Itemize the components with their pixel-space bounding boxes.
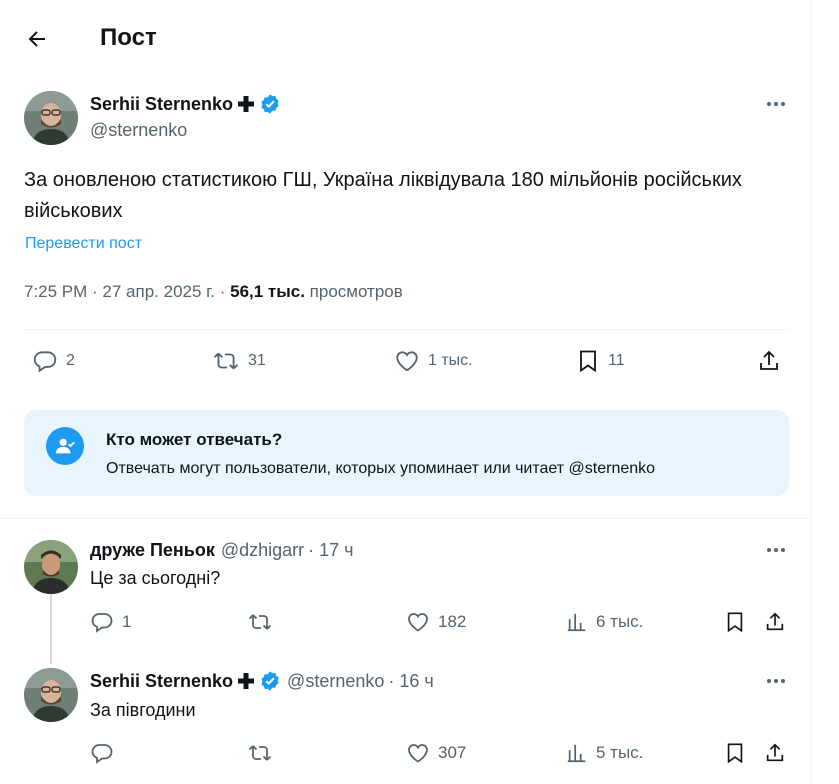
views-label: просмотров [304,282,403,301]
more-options-button[interactable] [764,92,788,116]
repost-button[interactable] [247,610,281,634]
bookmark-button[interactable] [724,610,746,634]
reply-time[interactable]: · 16 ч [388,671,433,692]
avatar[interactable] [24,91,78,145]
views-count: 56,1 тыс. [230,282,305,301]
share-button[interactable] [757,348,781,374]
bookmark-icon [580,350,596,373]
like-count: 307 [438,743,467,762]
post-timestamp[interactable]: 7:25 PM · 27 апр. 2025 г. · [24,282,230,301]
heart-icon [408,613,428,632]
author-name[interactable]: Serhii Sternenko [90,94,233,115]
notice-title: Кто может отвечать? [106,430,283,449]
translate-post-link[interactable]: Перевести пост [25,235,142,253]
repost-button[interactable] [247,741,281,765]
reply-count: 1 [122,612,132,631]
divider [0,518,811,519]
reply-text: Це за сьогодні? [90,568,221,588]
share-icon [766,743,784,762]
bookmark-icon [727,612,743,633]
reply-author-handle[interactable]: @sternenko [287,671,384,692]
post-meta: 7:25 PM · 27 апр. 2025 г. · 56,1 тыс. пр… [24,282,403,302]
repost-count: 31 [248,352,266,369]
reply-restriction-notice: Кто может отвечать? Отвечать могут польз… [24,410,789,496]
reply-button[interactable]: 2 [32,348,75,374]
notice-text: Отвечать могут пользователи, которых упо… [106,460,656,477]
views-count: 6 тыс. [596,612,644,631]
verified-badge-icon [261,671,279,691]
heart-icon [396,351,418,372]
reply-author-name[interactable]: друже Пеньок [90,540,215,561]
bookmark-icon [727,743,743,764]
reply-icon [33,351,57,373]
share-button[interactable] [764,741,786,765]
share-button[interactable] [764,610,786,634]
reply-author-handle[interactable]: @dzhigarr [221,540,304,561]
post-text: За оновленою статистикою ГШ, Україна лік… [24,169,742,222]
more-options-button[interactable] [764,669,788,693]
reply-time[interactable]: · 17 ч [308,540,353,561]
repost-icon [248,614,272,630]
like-count: 1 тыс. [428,352,473,369]
arrow-left-icon [28,31,45,47]
author-handle[interactable]: @sternenko [90,120,187,141]
reply-author-row: Serhii Sternenko @sternenko · 16 ч [90,670,434,692]
repost-icon [213,352,239,370]
share-icon [760,350,778,370]
plus-icon [238,96,255,112]
post-column: Пост Serhii Sternenko @sternenko За онов… [0,0,812,784]
like-count: 182 [438,612,467,631]
reply-button[interactable]: 1 [90,610,131,634]
thread-line [50,594,52,664]
like-button[interactable]: 1 тыс. [394,348,473,374]
more-options-button[interactable] [764,538,788,562]
back-button[interactable] [20,22,54,56]
author-name-row: Serhii Sternenko [90,93,281,115]
repost-icon [248,745,272,761]
repost-button[interactable]: 31 [212,348,266,374]
avatar[interactable] [24,668,78,722]
analytics-icon [567,613,586,632]
like-button[interactable]: 182 [406,610,466,634]
views-button[interactable]: 6 тыс. [566,610,643,634]
views-button[interactable]: 5 тыс. [566,741,643,765]
page-title: Пост [100,24,157,51]
bookmark-button[interactable]: 11 [576,348,625,374]
views-count: 5 тыс. [596,743,644,762]
bookmark-count: 11 [608,352,625,369]
divider [24,329,789,330]
avatar[interactable] [24,540,78,594]
reply-author-name[interactable]: Serhii Sternenko [90,671,233,692]
analytics-icon [567,744,586,763]
reply-icon [91,744,113,764]
like-button[interactable]: 307 [406,741,466,765]
heart-icon [408,744,428,763]
verified-badge-icon [261,94,279,114]
bookmark-button[interactable] [724,741,746,765]
header: Пост [0,0,811,78]
reply-author-row: друже Пеньок @dzhigarr · 17 ч [90,540,354,561]
reply-button[interactable] [90,741,122,765]
share-icon [766,612,784,631]
reply-count: 2 [66,352,75,369]
reply-text: За півгодини [90,700,196,720]
plus-icon [238,673,255,689]
reply-icon [91,613,113,633]
user-check-icon [46,427,84,465]
